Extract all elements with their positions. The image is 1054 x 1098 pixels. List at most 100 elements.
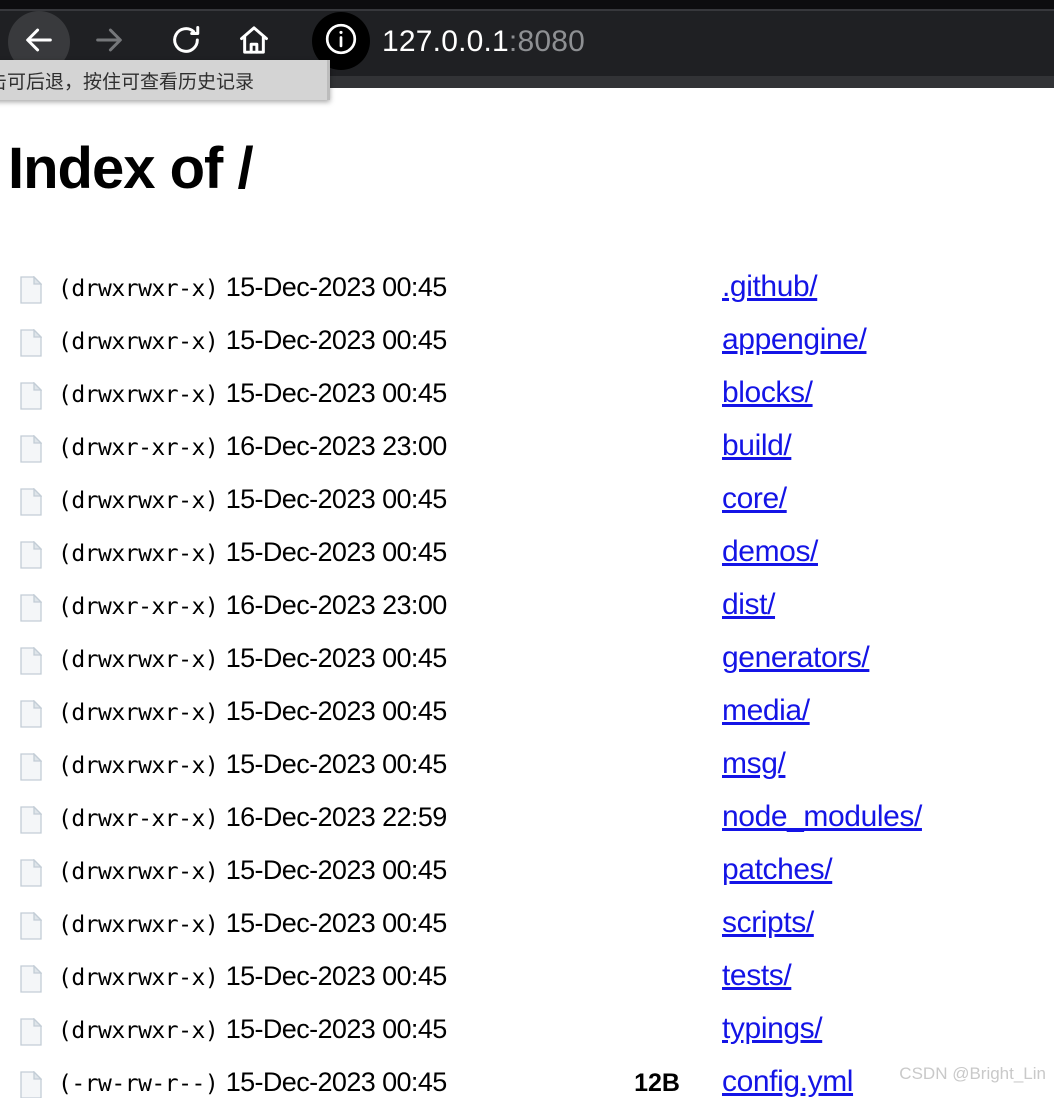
- row-permissions: (drwxrwxr-x): [58, 488, 219, 514]
- back-arrow-icon: [22, 23, 56, 62]
- row-meta: (-rw-rw-r--) 15-Dec-2023 00:45: [58, 1067, 447, 1098]
- row-meta: (drwxr-xr-x) 16-Dec-2023 23:00: [58, 590, 447, 621]
- row-permissions: (drwxr-xr-x): [58, 806, 219, 832]
- home-icon: [237, 23, 271, 62]
- row-timestamp: 16-Dec-2023 23:00: [225, 431, 448, 461]
- row-name-link[interactable]: msg/: [722, 747, 786, 781]
- row-meta: (drwxrwxr-x) 15-Dec-2023 00:45: [58, 855, 447, 886]
- row-name-link[interactable]: tests/: [722, 959, 792, 993]
- file-icon: [20, 593, 43, 622]
- table-row: (drwxrwxr-x) 15-Dec-2023 00:45 tests/: [0, 957, 1054, 1010]
- table-row: (drwxrwxr-x) 15-Dec-2023 00:45 core/: [0, 480, 1054, 533]
- table-row: (-rw-rw-r--) 15-Dec-2023 00:45 12B config.…: [0, 1063, 1054, 1098]
- row-name-link[interactable]: generators/: [722, 641, 870, 675]
- row-meta: (drwxrwxr-x) 15-Dec-2023 00:45: [58, 272, 447, 303]
- row-permissions: (drwxrwxr-x): [58, 700, 219, 726]
- row-meta: (drwxrwxr-x) 15-Dec-2023 00:45: [58, 643, 447, 674]
- directory-index-page: Index of / (drwxrwxr-x) 15-Dec-2023 00:4…: [0, 88, 1054, 1098]
- row-permissions: (drwxrwxr-x): [58, 859, 219, 885]
- row-meta: (drwxr-xr-x) 16-Dec-2023 22:59: [58, 802, 447, 833]
- row-meta: (drwxrwxr-x) 15-Dec-2023 00:45: [58, 378, 447, 409]
- table-row: (drwxr-xr-x) 16-Dec-2023 23:00 dist/: [0, 586, 1054, 639]
- row-name-link[interactable]: scripts/: [722, 906, 814, 940]
- row-permissions: (drwxr-xr-x): [58, 435, 219, 461]
- row-permissions: (drwxrwxr-x): [58, 541, 219, 567]
- row-name-link[interactable]: appengine/: [722, 323, 867, 357]
- row-name-link[interactable]: build/: [722, 429, 792, 463]
- file-icon: [20, 911, 43, 940]
- table-row: (drwxrwxr-x) 15-Dec-2023 00:45 patches/: [0, 851, 1054, 904]
- row-permissions: (drwxrwxr-x): [58, 276, 219, 302]
- table-row: (drwxrwxr-x) 15-Dec-2023 00:45 typings/: [0, 1010, 1054, 1063]
- row-timestamp: 15-Dec-2023 00:45: [225, 484, 448, 514]
- forward-arrow-icon: [92, 23, 126, 62]
- row-permissions: (drwxrwxr-x): [58, 1018, 219, 1044]
- row-permissions: (drwxrwxr-x): [58, 382, 219, 408]
- row-permissions: (drwxrwxr-x): [58, 912, 219, 938]
- row-permissions: (drwxr-xr-x): [58, 594, 219, 620]
- file-icon: [20, 646, 43, 675]
- row-name-link[interactable]: patches/: [722, 853, 833, 887]
- row-name-link[interactable]: demos/: [722, 535, 818, 569]
- file-icon: [20, 964, 43, 993]
- row-timestamp: 15-Dec-2023 00:45: [225, 378, 448, 408]
- file-icon: [20, 805, 43, 834]
- csdn-watermark: CSDN @Bright_Lin: [899, 1064, 1046, 1083]
- table-row: (drwxr-xr-x) 16-Dec-2023 23:00 build/: [0, 427, 1054, 480]
- table-row: (drwxrwxr-x) 15-Dec-2023 00:45 media/: [0, 692, 1054, 745]
- file-icon: [20, 275, 43, 304]
- row-permissions: (drwxrwxr-x): [58, 965, 219, 991]
- row-timestamp: 15-Dec-2023 00:45: [225, 1014, 448, 1044]
- row-meta: (drwxrwxr-x) 15-Dec-2023 00:45: [58, 908, 447, 939]
- row-name-link[interactable]: dist/: [722, 588, 775, 622]
- page-title: Index of /: [8, 136, 254, 201]
- file-icon: [20, 858, 43, 887]
- file-icon: [20, 434, 43, 463]
- row-name-link[interactable]: config.yml: [722, 1065, 853, 1098]
- reload-icon: [169, 23, 203, 62]
- url-port: :8080: [508, 25, 585, 58]
- row-timestamp: 15-Dec-2023 00:45: [225, 272, 448, 302]
- table-row: (drwxrwxr-x) 15-Dec-2023 00:45 .github/: [0, 268, 1054, 321]
- row-timestamp: 15-Dec-2023 00:45: [225, 908, 448, 938]
- row-meta: (drwxrwxr-x) 15-Dec-2023 00:45: [58, 961, 447, 992]
- row-permissions: (-rw-rw-r--): [58, 1071, 219, 1097]
- row-name-link[interactable]: blocks/: [722, 376, 813, 410]
- row-timestamp: 15-Dec-2023 00:45: [225, 855, 448, 885]
- info-icon: [323, 21, 359, 62]
- row-timestamp: 15-Dec-2023 00:45: [225, 643, 448, 673]
- row-meta: (drwxrwxr-x) 15-Dec-2023 00:45: [58, 1014, 447, 1045]
- row-meta: (drwxrwxr-x) 15-Dec-2023 00:45: [58, 696, 447, 727]
- table-row: (drwxrwxr-x) 15-Dec-2023 00:45 msg/: [0, 745, 1054, 798]
- file-icon: [20, 328, 43, 357]
- file-icon: [20, 1017, 43, 1046]
- row-meta: (drwxrwxr-x) 15-Dec-2023 00:45: [58, 325, 447, 356]
- tooltip-text: 击可后退，按住可查看历史记录: [0, 70, 255, 93]
- row-name-link[interactable]: .github/: [722, 270, 818, 304]
- file-icon: [20, 699, 43, 728]
- row-name-link[interactable]: media/: [722, 694, 810, 728]
- url-bar[interactable]: 127.0.0.1:8080: [382, 25, 585, 59]
- row-permissions: (drwxrwxr-x): [58, 753, 219, 779]
- row-name-link[interactable]: node_modules/: [722, 800, 922, 834]
- row-timestamp: 15-Dec-2023 00:45: [225, 325, 448, 355]
- table-row: (drwxrwxr-x) 15-Dec-2023 00:45 blocks/: [0, 374, 1054, 427]
- chrome-top-strip: [0, 0, 1054, 9]
- row-permissions: (drwxrwxr-x): [58, 329, 219, 355]
- table-row: (drwxrwxr-x) 15-Dec-2023 00:45 scripts/: [0, 904, 1054, 957]
- row-timestamp: 15-Dec-2023 00:45: [225, 749, 448, 779]
- table-row: (drwxr-xr-x) 16-Dec-2023 22:59 node_modul…: [0, 798, 1054, 851]
- file-icon: [20, 1070, 43, 1098]
- file-icon: [20, 752, 43, 781]
- row-meta: (drwxrwxr-x) 15-Dec-2023 00:45: [58, 537, 447, 568]
- row-name-link[interactable]: typings/: [722, 1012, 823, 1046]
- row-timestamp: 15-Dec-2023 00:45: [225, 961, 448, 991]
- row-meta: (drwxr-xr-x) 16-Dec-2023 23:00: [58, 431, 447, 462]
- row-name-link[interactable]: core/: [722, 482, 787, 516]
- table-row: (drwxrwxr-x) 15-Dec-2023 00:45 appengine/: [0, 321, 1054, 374]
- row-timestamp: 16-Dec-2023 22:59: [225, 802, 448, 832]
- file-icon: [20, 381, 43, 410]
- row-timestamp: 16-Dec-2023 23:00: [225, 590, 448, 620]
- table-row: (drwxrwxr-x) 15-Dec-2023 00:45 demos/: [0, 533, 1054, 586]
- directory-listing: (drwxrwxr-x) 15-Dec-2023 00:45 .github/(d…: [0, 268, 1054, 1098]
